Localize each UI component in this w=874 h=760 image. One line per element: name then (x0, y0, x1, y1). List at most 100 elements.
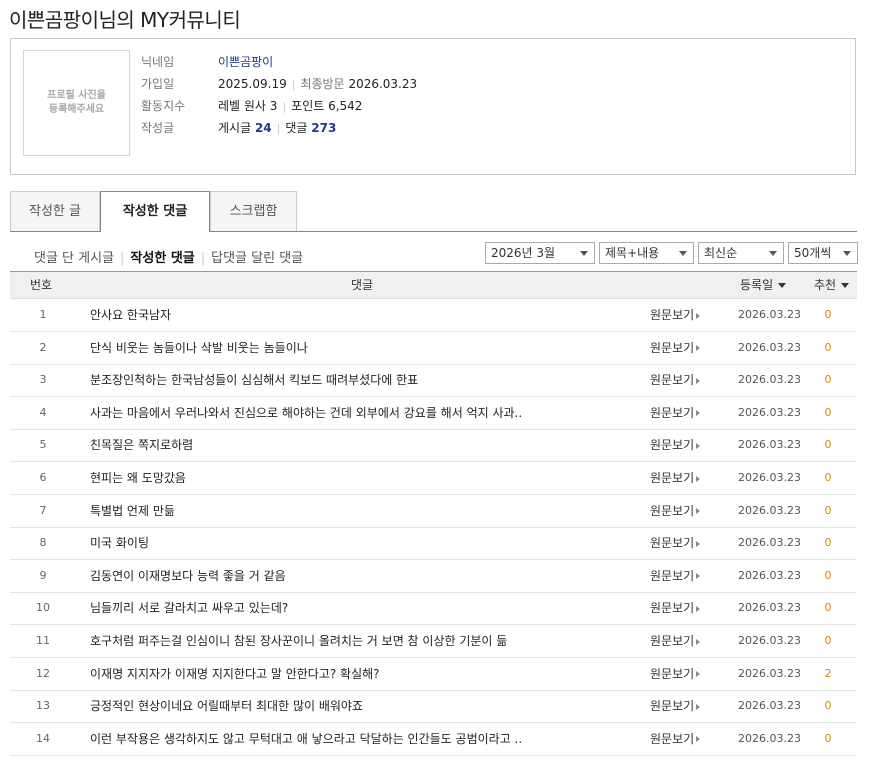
view-original-link[interactable]: 원문보기 (650, 527, 701, 559)
view-original-link[interactable]: 원문보기 (650, 690, 701, 722)
view-original-link[interactable]: 원문보기 (650, 658, 701, 690)
view-original-link[interactable]: 원문보기 (650, 462, 701, 494)
comment-date: 2026.03.23 (738, 536, 801, 550)
points-value: 포인트 6,542 (291, 99, 363, 113)
header-rec-sort[interactable]: 추천 (814, 272, 850, 298)
view-original-label: 원문보기 (650, 634, 695, 648)
arrow-right-icon (696, 638, 701, 645)
row-number: 7 (39, 503, 47, 517)
activity-label: 활동지수 (141, 99, 186, 113)
header-date-sort[interactable]: 등록일 (740, 272, 787, 298)
comment-text[interactable]: 이재명 지지자가 이재명 지지한다고 말 안한다고? 확실해? (90, 658, 630, 690)
comment-text[interactable]: 특별법 언제 만듦 (90, 495, 630, 527)
view-original-link[interactable]: 원문보기 (650, 723, 701, 755)
table-row: 11 호구처럼 퍼주는걸 인심이니 참된 장사꾼이니 올려치는 거 보면 참 이상… (10, 625, 857, 658)
chevron-down-icon (679, 251, 687, 256)
arrow-right-icon (696, 377, 701, 384)
comment-text[interactable]: 이런 부작용은 생각하지도 않고 무턱대고 애 낳으라고 닥달하는 인간들도 공… (90, 723, 630, 755)
subnav-replied-comments[interactable]: 답댓글 달린 댓글 (211, 251, 303, 266)
nickname-value[interactable]: 이쁜곰팡이 (218, 51, 273, 73)
comments-count[interactable]: 273 (311, 121, 336, 135)
per-page-value: 50개씩 (794, 246, 832, 260)
header-comment: 댓글 (351, 278, 374, 292)
search-type-value: 제목+내용 (605, 246, 660, 260)
arrow-right-icon (696, 508, 701, 515)
tab-scrap[interactable]: 스크랩함 (210, 191, 297, 231)
table-header: 번호 댓글 등록일 추천 (10, 271, 857, 299)
chevron-down-icon (843, 251, 851, 256)
table-row: 6 현피는 왜 도망갔음 원문보기 2026.03.23 0 (10, 462, 857, 495)
comment-text[interactable]: 단식 비웃는 놈들이나 삭발 비웃는 놈들이나 (90, 332, 630, 364)
join-date: 2025.09.19 (218, 77, 287, 91)
activity-values: 레벨 원사 3 | 포인트 6,542 (218, 95, 362, 118)
comment-text[interactable]: 사과는 마음에서 우러나와서 진심으로 해야하는 건데 외부에서 강요를 해서 … (90, 397, 630, 429)
row-number: 6 (39, 471, 47, 484)
posts-values: 게시글 24 | 댓글 273 (218, 117, 336, 140)
view-original-label: 원문보기 (650, 601, 695, 616)
subnav-commented-posts[interactable]: 댓글 단 게시글 (34, 251, 114, 266)
divider: | (276, 122, 281, 135)
table-row: 4 사과는 마음에서 우러나와서 진심으로 해야하는 건데 외부에서 강요를 해서… (10, 397, 857, 430)
last-visit-date: 2026.03.23 (348, 77, 418, 91)
view-original-link[interactable]: 원문보기 (650, 299, 701, 331)
tab-written-comments[interactable]: 작성한 댓글 (100, 191, 210, 232)
comment-text[interactable]: 미국 화이팅 (90, 527, 630, 559)
sort-down-icon (778, 283, 787, 288)
row-number: 5 (39, 438, 47, 452)
profile-photo-placeholder[interactable]: 프로필 사진을 등록해주세요 (23, 50, 130, 156)
last-visit-label: 최종방문 (300, 77, 345, 91)
comment-text[interactable]: 친목질은 쪽지로하렴 (90, 429, 630, 461)
table-row: 10 님들끼리 서로 갈라치고 싸우고 있는데? 원문보기 2026.03.23 0 (10, 592, 857, 626)
view-original-label: 원문보기 (650, 340, 695, 355)
page-title: 이쁜곰팡이님의 MY커뮤니티 (9, 8, 241, 32)
view-original-link[interactable]: 원문보기 (650, 429, 701, 461)
header-num: 번호 (30, 278, 53, 292)
comment-text[interactable]: 분조장인척하는 한국남성들이 심심해서 킥보드 때려부셨다에 한표 (90, 364, 630, 396)
table-row: 5 친목질은 쪽지로하렴 원문보기 2026.03.23 0 (10, 429, 857, 463)
divider: | (282, 100, 287, 113)
view-original-label: 원문보기 (650, 699, 695, 714)
view-original-link[interactable]: 원문보기 (650, 495, 701, 527)
posts-label: 작성글 (141, 121, 175, 135)
comment-text[interactable]: 님들끼리 서로 갈라치고 싸우고 있는데? (90, 592, 630, 624)
per-page-select[interactable]: 50개씩 (788, 242, 858, 264)
row-number: 11 (36, 634, 50, 647)
recommend-count: 0 (824, 373, 832, 387)
recommend-count: 0 (824, 471, 832, 484)
arrow-right-icon (696, 312, 701, 319)
table-row: 8 미국 화이팅 원문보기 2026.03.23 0 (10, 527, 857, 561)
sort-select[interactable]: 최신순 (698, 242, 784, 264)
arrow-right-icon (696, 442, 701, 449)
subnav-my-comments[interactable]: 작성한 댓글 (130, 251, 194, 266)
view-original-link[interactable]: 원문보기 (650, 592, 701, 624)
comment-text[interactable]: 안사요 한국남자 (90, 299, 630, 331)
view-original-link[interactable]: 원문보기 (650, 625, 701, 657)
month-select-value: 2026년 3월 (491, 246, 556, 260)
table-row: 9 김동연이 이재명보다 능력 좋을 거 같음 원문보기 2026.03.23 0 (10, 560, 857, 593)
month-select[interactable]: 2026년 3월 (485, 242, 595, 264)
view-original-label: 원문보기 (650, 405, 695, 420)
row-number: 14 (36, 731, 50, 745)
comment-text[interactable]: 긍정적인 현상이네요 어릴때부터 최대한 많이 배워야죠 (90, 690, 630, 722)
header-rec-label: 추천 (814, 278, 837, 292)
view-original-link[interactable]: 원문보기 (650, 332, 701, 364)
profile-box: 프로필 사진을 등록해주세요 닉네임 이쁜곰팡이 가입일 2025.09.19 |… (10, 38, 856, 175)
divider: | (200, 251, 206, 266)
recommend-count: 0 (824, 405, 832, 419)
comment-date: 2026.03.23 (738, 405, 801, 419)
table-row: 3 분조장인척하는 한국남성들이 심심해서 킥보드 때려부셨다에 한표 원문보기 20… (10, 364, 857, 398)
view-original-link[interactable]: 원문보기 (650, 364, 701, 396)
view-original-link[interactable]: 원문보기 (650, 560, 701, 592)
comment-text[interactable]: 호구처럼 퍼주는걸 인심이니 참된 장사꾼이니 올려치는 거 보면 참 이상한 … (90, 625, 630, 657)
view-original-link[interactable]: 원문보기 (650, 397, 701, 429)
comment-text[interactable]: 현피는 왜 도망갔음 (90, 462, 630, 494)
comment-date: 2026.03.23 (738, 503, 801, 517)
search-type-select[interactable]: 제목+내용 (599, 242, 694, 264)
posts-count[interactable]: 24 (255, 121, 272, 135)
comment-date: 2026.03.23 (738, 568, 801, 582)
chevron-down-icon (580, 251, 588, 256)
recommend-count: 0 (824, 438, 832, 452)
comment-date: 2026.03.23 (738, 699, 801, 713)
comment-text[interactable]: 김동연이 이재명보다 능력 좋을 거 같음 (90, 560, 630, 592)
tab-written-posts[interactable]: 작성한 글 (10, 191, 100, 231)
